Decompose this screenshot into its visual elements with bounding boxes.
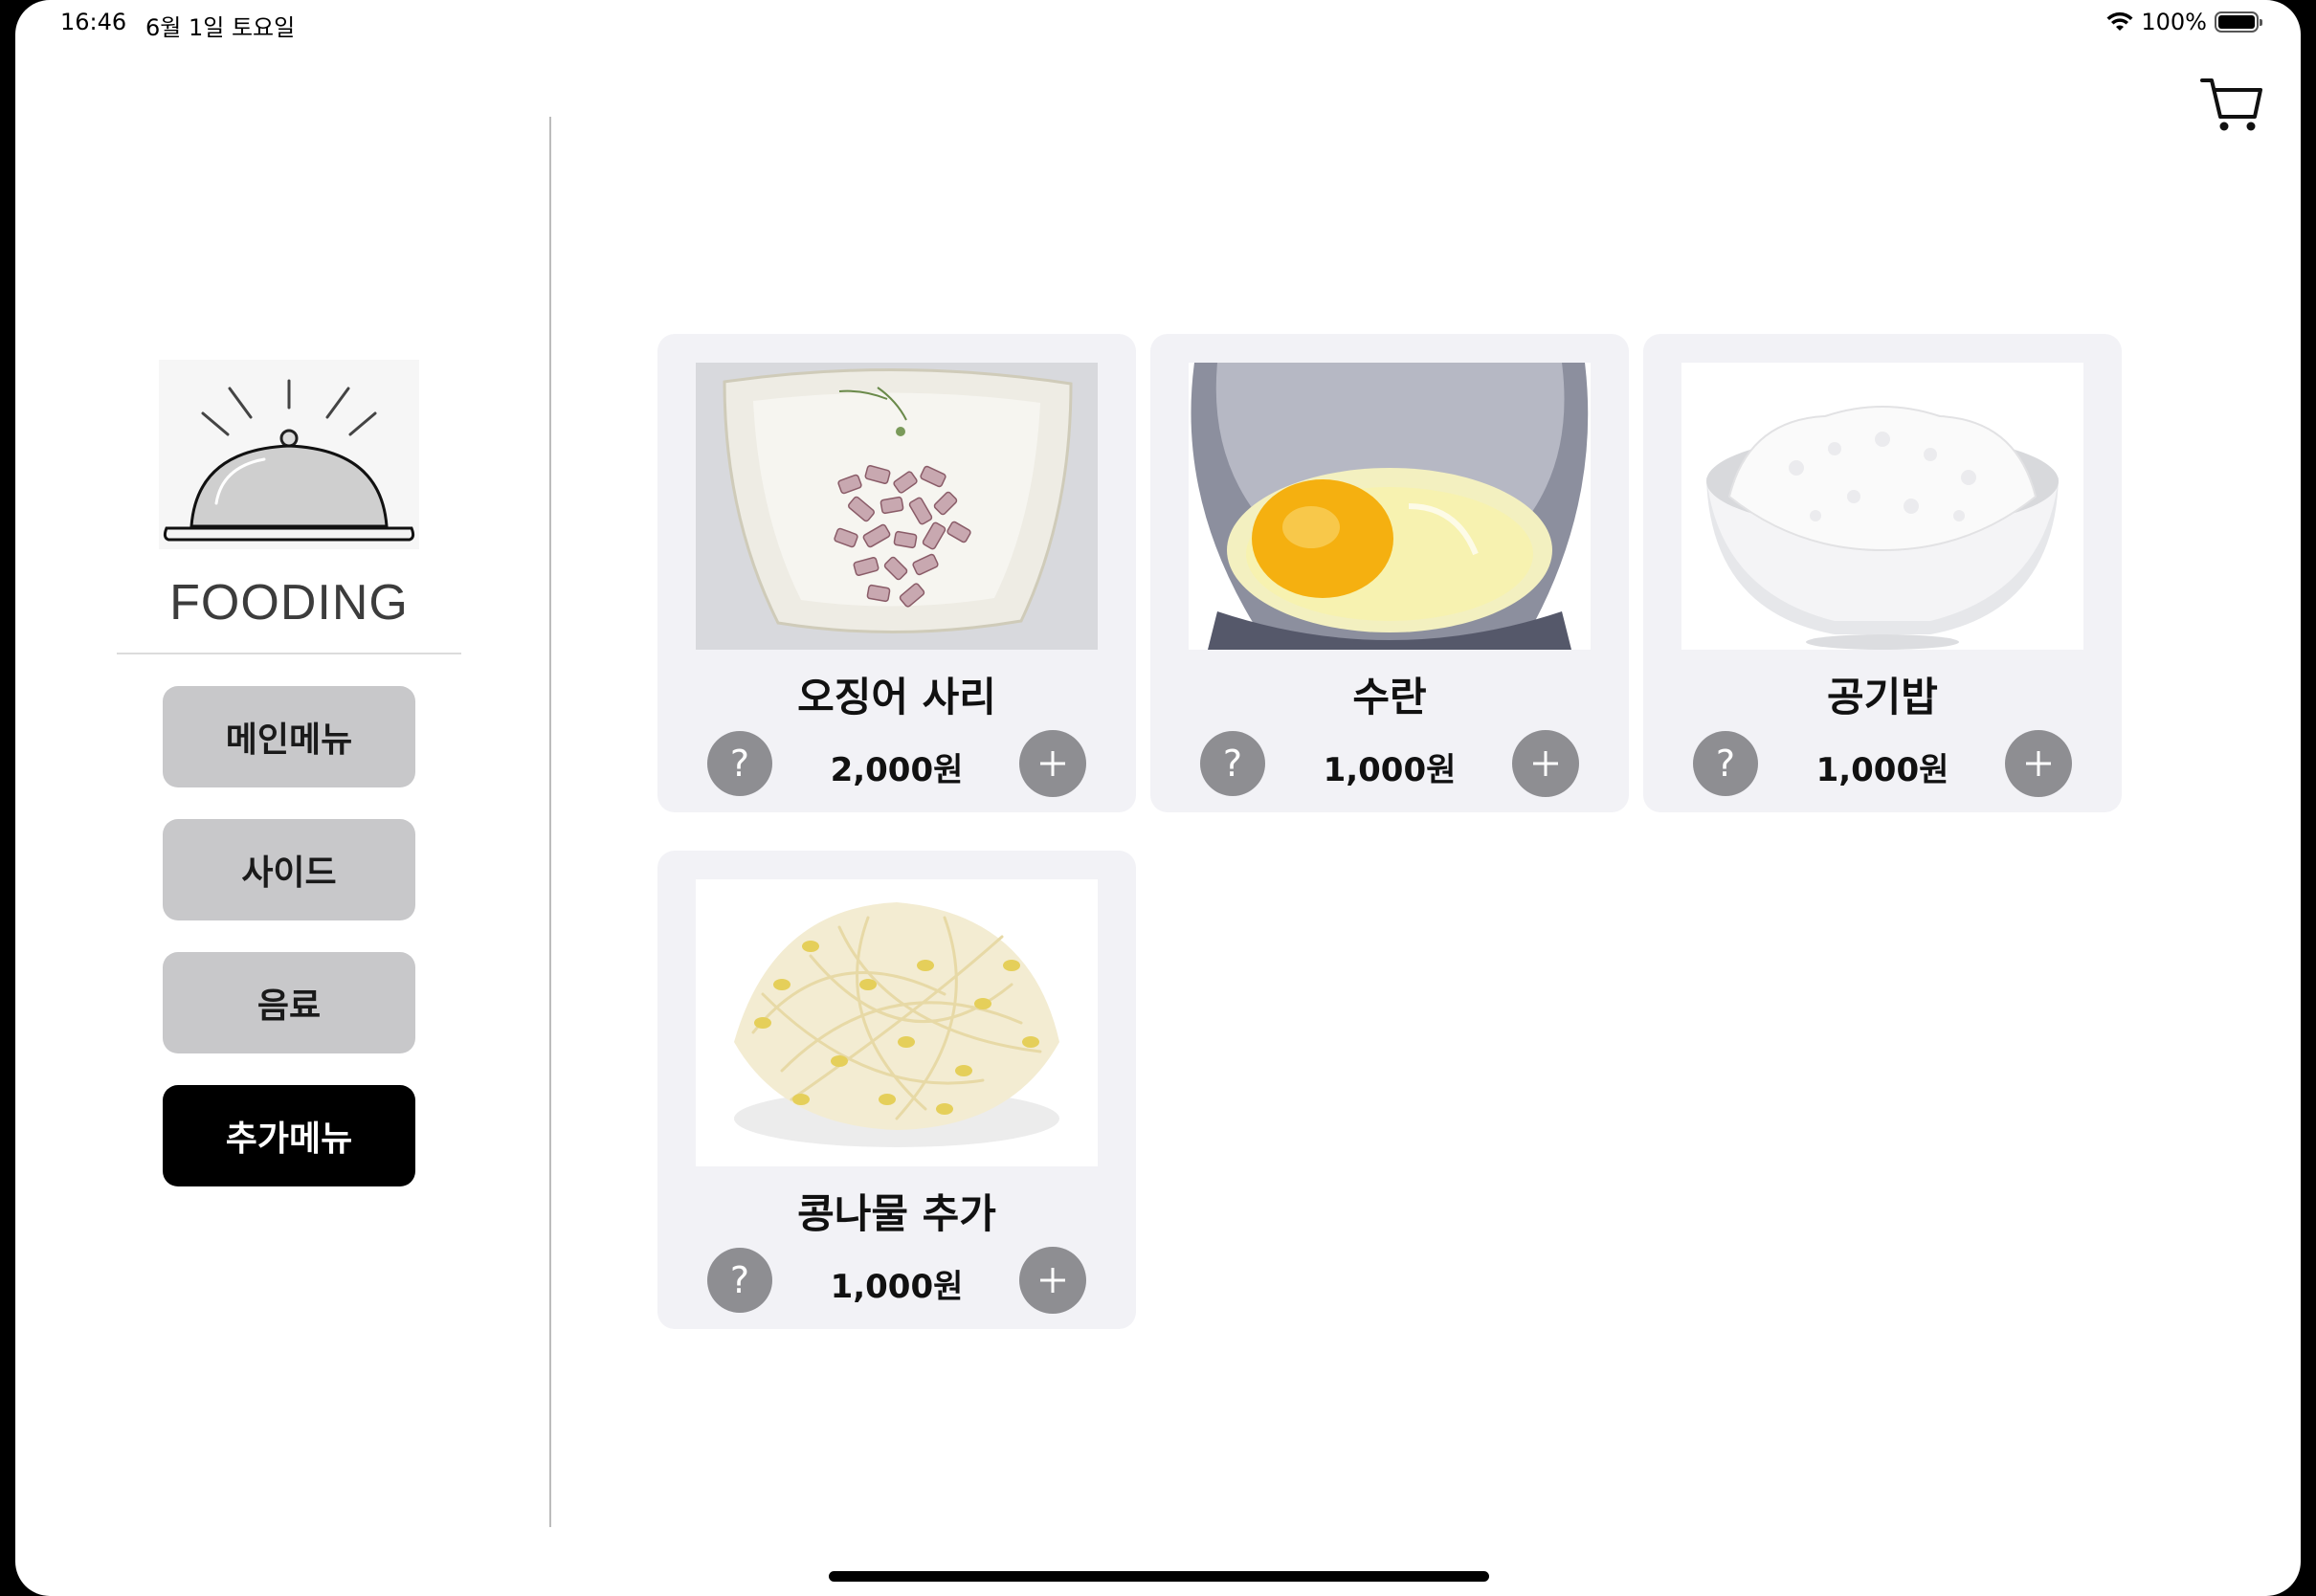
status-bar: 16:46 6월 1일 토요일 100% — [15, 0, 2301, 48]
menu-card[interactable]: 오징어 사리 ? 2,000원 — [657, 334, 1136, 812]
plus-icon — [1040, 751, 1065, 776]
home-indicator[interactable] — [829, 1571, 1489, 1582]
item-price: 1,000원 — [830, 1268, 964, 1306]
category-side[interactable]: 사이드 — [163, 819, 415, 920]
plus-icon — [2026, 751, 2051, 776]
battery-icon — [2215, 11, 2262, 33]
item-info-button[interactable]: ? — [1200, 731, 1265, 796]
item-name: 공기밥 — [1827, 674, 1938, 720]
plus-icon — [1533, 751, 1558, 776]
squid-dish-image — [696, 363, 1098, 650]
rice-bowl-image — [1681, 363, 2083, 650]
cart-button[interactable] — [2199, 75, 2264, 134]
item-info-button[interactable]: ? — [707, 1248, 772, 1313]
sidebar-divider — [549, 117, 551, 1527]
bean-sprouts-image — [696, 879, 1098, 1166]
add-to-cart-button[interactable] — [1019, 730, 1086, 797]
app-screen: 16:46 6월 1일 토요일 100% FOODING 메인메뉴 사이드 음료… — [15, 0, 2301, 1596]
cart-icon — [2200, 78, 2262, 131]
status-time: 16:46 — [60, 9, 127, 35]
brand-divider — [117, 653, 461, 654]
add-to-cart-button[interactable] — [1019, 1247, 1086, 1314]
category-extra-menu[interactable]: 추가메뉴 — [163, 1085, 415, 1186]
wifi-icon — [2106, 11, 2133, 31]
add-to-cart-button[interactable] — [2005, 730, 2072, 797]
cloche-logo — [159, 360, 419, 549]
brand-name: FOODING — [169, 575, 409, 631]
menu-card[interactable]: 수란 ? 1,000원 — [1150, 334, 1629, 812]
status-indicators: 100% — [2106, 9, 2262, 35]
poached-egg-image — [1189, 363, 1591, 650]
category-main-menu[interactable]: 메인메뉴 — [163, 686, 415, 787]
menu-card[interactable]: 공기밥 ? 1,000원 — [1643, 334, 2122, 812]
item-name: 콩나물 추가 — [797, 1190, 996, 1237]
item-name: 오징어 사리 — [797, 674, 996, 720]
plus-icon — [1040, 1268, 1065, 1293]
battery-percent: 100% — [2141, 9, 2207, 35]
item-info-button[interactable]: ? — [707, 731, 772, 796]
item-name: 수란 — [1352, 674, 1427, 720]
item-price: 1,000원 — [1815, 751, 1949, 789]
add-to-cart-button[interactable] — [1512, 730, 1579, 797]
menu-card[interactable]: 콩나물 추가 ? 1,000원 — [657, 851, 1136, 1329]
item-price: 2,000원 — [830, 751, 964, 789]
item-price: 1,000원 — [1323, 751, 1457, 789]
item-info-button[interactable]: ? — [1693, 731, 1758, 796]
status-date: 6월 1일 토요일 — [145, 14, 296, 41]
category-drinks[interactable]: 음료 — [163, 952, 415, 1053]
